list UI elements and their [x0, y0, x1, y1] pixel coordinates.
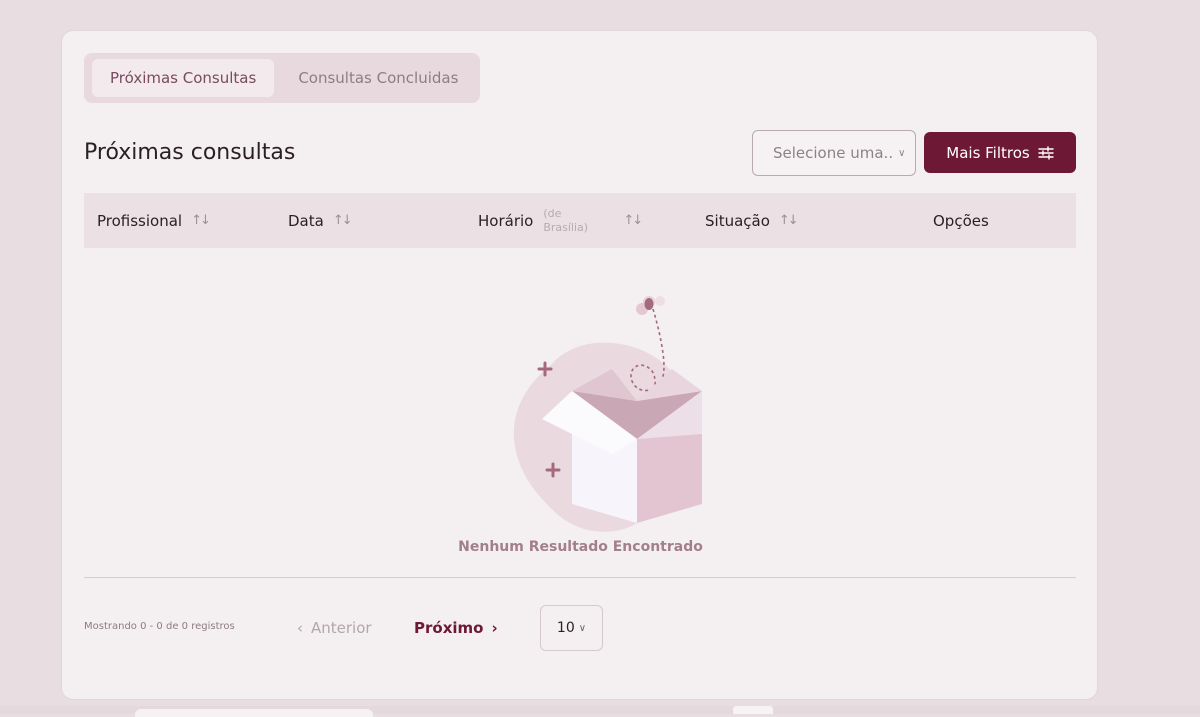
- filter-select[interactable]: Selecione uma.. ∨: [752, 130, 916, 176]
- section-title: Próximas consultas: [84, 140, 296, 165]
- bottom-pill: [135, 709, 373, 717]
- column-label: Opções: [933, 211, 989, 230]
- tab-consultas-concluidas[interactable]: Consultas Concluidas: [280, 59, 476, 97]
- chevron-right-icon: ›: [491, 619, 498, 637]
- records-count: Mostrando 0 - 0 de 0 registros: [84, 621, 235, 632]
- sort-icon[interactable]: ↑↓: [333, 213, 353, 228]
- appointments-card: Próximas Consultas Consultas Concluidas …: [61, 30, 1098, 700]
- tab-bar: Próximas Consultas Consultas Concluidas: [84, 53, 480, 103]
- divider: [84, 577, 1076, 578]
- empty-box-illustration: [513, 296, 702, 532]
- column-label: Horário: [478, 211, 534, 230]
- column-data[interactable]: Data ↑↓: [288, 193, 353, 248]
- filter-select-placeholder: Selecione uma..: [773, 144, 894, 162]
- column-horario[interactable]: Horário (de Brasília) ↑↓: [478, 193, 643, 248]
- previous-page-button[interactable]: ‹ Anterior: [297, 619, 372, 637]
- empty-state-message: Nenhum Resultado Encontrado: [458, 539, 703, 555]
- column-situacao[interactable]: Situação ↑↓: [705, 193, 799, 248]
- page-size-value: 10: [556, 620, 575, 636]
- sort-icon[interactable]: ↑↓: [623, 213, 643, 228]
- more-filters-button[interactable]: Mais Filtros: [924, 132, 1076, 173]
- next-label: Próximo: [414, 619, 484, 637]
- column-profissional[interactable]: Profissional ↑↓: [97, 193, 211, 248]
- timezone-note: (de Brasília): [543, 206, 589, 234]
- column-label: Profissional: [97, 211, 183, 230]
- tab-proximas-consultas[interactable]: Próximas Consultas: [92, 59, 275, 97]
- sliders-icon: [1038, 145, 1054, 160]
- sort-icon[interactable]: ↑↓: [779, 213, 799, 228]
- table-header: Profissional ↑↓ Data ↑↓ Horário (de Bras…: [84, 193, 1076, 248]
- column-opcoes: Opções: [933, 193, 989, 248]
- column-label: Situação: [705, 211, 770, 230]
- chevron-left-icon: ‹: [297, 619, 303, 637]
- more-filters-label: Mais Filtros: [946, 143, 1030, 162]
- page-size-select[interactable]: 10 ∨: [540, 605, 603, 651]
- next-page-button[interactable]: Próximo ›: [414, 619, 498, 637]
- sort-icon[interactable]: ↑↓: [191, 213, 211, 228]
- chevron-down-icon: ∨: [578, 622, 587, 634]
- column-label: Data: [288, 211, 324, 230]
- previous-label: Anterior: [311, 619, 372, 637]
- bottom-mini-tab: [733, 706, 773, 714]
- chevron-down-icon: ∨: [898, 147, 906, 159]
